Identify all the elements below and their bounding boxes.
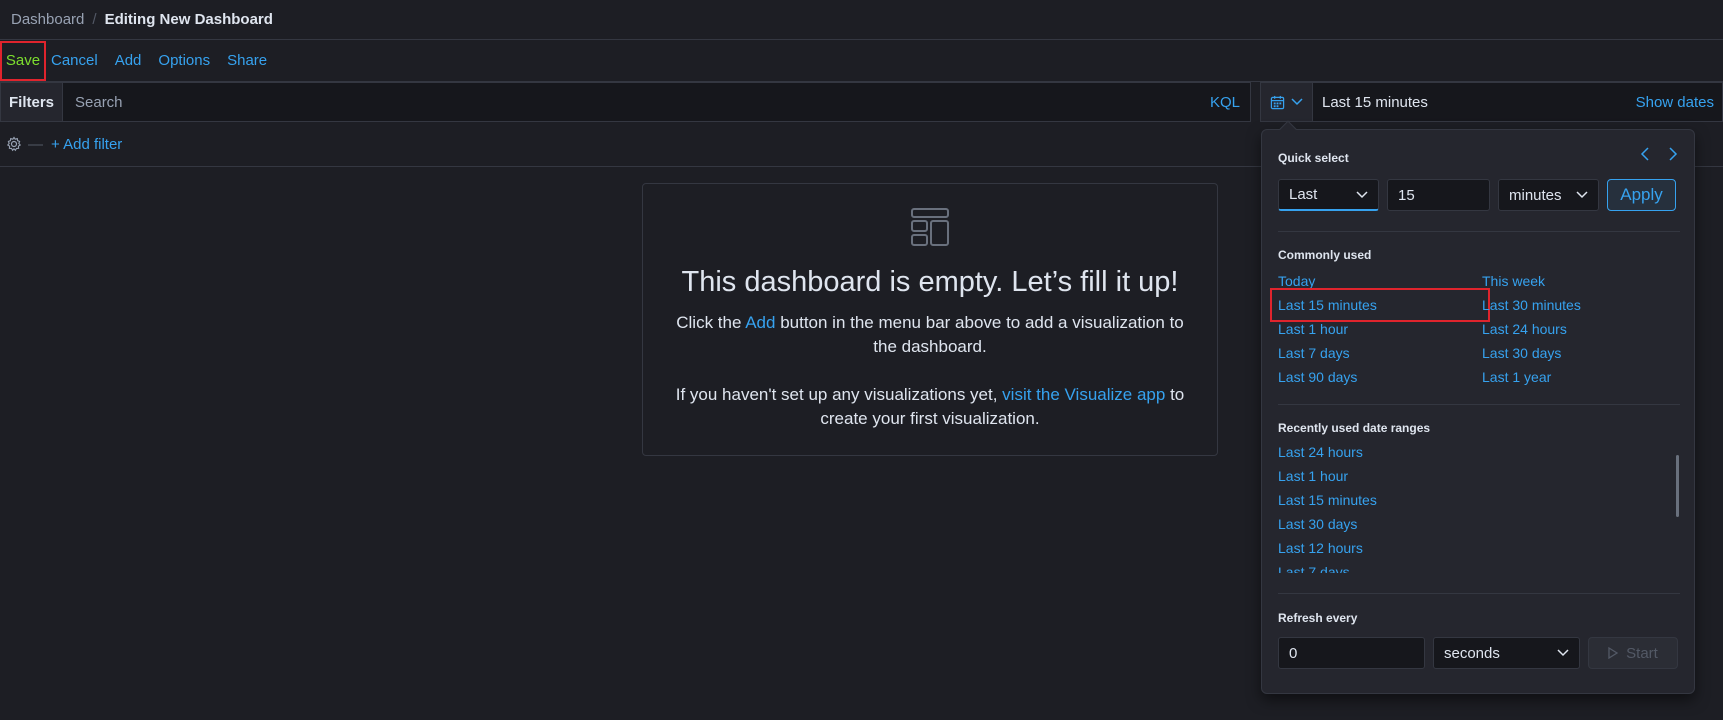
start-label: Start [1626, 644, 1658, 662]
commonly-used-item[interactable]: Last 30 days [1482, 344, 1678, 362]
chevron-down-icon [1291, 98, 1303, 106]
quick-select-controls: Last 15 minutes Apply [1278, 179, 1676, 211]
section-divider [1278, 593, 1680, 594]
commonly-used-item[interactable]: Last 30 minutes [1482, 296, 1678, 314]
recently-used-item[interactable]: Last 30 days [1278, 515, 1673, 533]
previous-time-window-icon[interactable] [1640, 147, 1650, 161]
show-dates-button[interactable]: Show dates [1636, 94, 1714, 111]
visualize-hint-start: If you haven't set up any visualizations… [675, 385, 1003, 404]
commonly-used-item[interactable]: This week [1482, 272, 1678, 290]
add-button[interactable]: Add [115, 52, 142, 69]
filter-divider: — [28, 135, 43, 153]
amount-value: 15 [1398, 186, 1415, 204]
instructions-text-end: button in the menu bar above to add a vi… [775, 313, 1184, 356]
section-divider [1278, 231, 1680, 232]
next-time-window-icon[interactable] [1668, 147, 1678, 161]
filters-label: Filters [0, 82, 63, 122]
commonly-used-list: Today This week Last 15 minutes Last 30 … [1270, 272, 1678, 386]
quick-select-direction-select[interactable]: Last [1278, 179, 1379, 211]
refresh-controls: 0 seconds Start [1278, 637, 1678, 669]
commonly-used-item[interactable]: Last 7 days [1278, 344, 1482, 362]
section-divider [1278, 404, 1680, 405]
commonly-used-item[interactable]: Last 1 hour [1278, 320, 1482, 338]
breadcrumb: Dashboard / Editing New Dashboard [0, 0, 1723, 40]
recently-used-heading: Recently used date ranges [1278, 421, 1431, 435]
time-range-value[interactable]: Last 15 minutes [1322, 94, 1428, 111]
add-link[interactable]: Add [745, 313, 775, 332]
commonly-used-item[interactable]: Last 1 year [1482, 368, 1678, 386]
recently-used-item[interactable]: Last 15 minutes [1278, 491, 1673, 509]
recently-used-item[interactable]: Last 12 hours [1278, 539, 1673, 557]
save-button[interactable]: Save [0, 40, 46, 81]
quick-select-step-controls [1640, 147, 1678, 161]
apply-button[interactable]: Apply [1607, 179, 1676, 211]
share-button[interactable]: Share [227, 52, 267, 69]
cancel-button[interactable]: Cancel [51, 52, 98, 69]
unit-value: minutes [1509, 186, 1562, 204]
query-bar: Filters KQL Last 15 minutes Show dates [0, 82, 1723, 122]
recently-used-item[interactable]: Last 24 hours [1278, 443, 1673, 461]
quick-select-heading: Quick select [1278, 151, 1349, 165]
recently-used-item[interactable]: Last 7 days [1278, 563, 1673, 573]
refresh-interval-input[interactable]: 0 [1278, 637, 1425, 669]
recently-used-item[interactable]: Last 1 hour [1278, 467, 1673, 485]
quick-select-unit-select[interactable]: minutes [1498, 179, 1599, 211]
commonly-used-heading: Commonly used [1278, 248, 1372, 262]
calendar-icon [1270, 95, 1285, 109]
time-range-display[interactable]: Last 15 minutes Show dates [1313, 82, 1723, 122]
empty-dashboard-title: This dashboard is empty. Let’s fill it u… [681, 266, 1179, 298]
search-input[interactable] [75, 93, 1155, 111]
direction-value: Last [1289, 186, 1318, 203]
add-filter-button[interactable]: + Add filter [51, 136, 122, 153]
refresh-unit-select[interactable]: seconds [1433, 637, 1580, 669]
options-button[interactable]: Options [158, 52, 210, 69]
quick-select-amount-input[interactable]: 15 [1387, 179, 1490, 211]
gear-icon[interactable] [6, 136, 22, 152]
breadcrumb-separator: / [92, 11, 97, 28]
empty-dashboard-instructions: Click the Add button in the menu bar abo… [643, 311, 1217, 359]
refresh-interval-value: 0 [1289, 644, 1298, 662]
top-nav-menu: Save Cancel Add Options Share [0, 40, 1723, 82]
chevron-down-icon [1356, 190, 1368, 198]
empty-dashboard-panel: This dashboard is empty. Let’s fill it u… [642, 183, 1218, 456]
play-icon [1608, 647, 1619, 659]
commonly-used-item[interactable]: Last 24 hours [1482, 320, 1678, 338]
commonly-used-item-last-15-minutes[interactable]: Last 15 minutes [1270, 288, 1490, 322]
search-field-wrapper: KQL [63, 82, 1251, 122]
breadcrumb-current: Editing New Dashboard [104, 11, 273, 28]
breadcrumb-dashboard-link[interactable]: Dashboard [11, 11, 84, 28]
dashboard-layout-icon [911, 208, 949, 246]
refresh-unit-value: seconds [1444, 644, 1500, 662]
time-picker-popover: Quick select Last 15 minutes Apply Commo… [1261, 120, 1695, 694]
chevron-down-icon [1557, 649, 1569, 657]
instructions-text-start: Click the [676, 313, 746, 332]
recently-used-scrollbar[interactable] [1676, 455, 1679, 517]
empty-dashboard-visualize-hint: If you haven't set up any visualizations… [643, 383, 1217, 431]
query-language-button[interactable]: KQL [1210, 94, 1240, 111]
start-refresh-button[interactable]: Start [1588, 637, 1678, 669]
recently-used-list: Last 24 hours Last 1 hour Last 15 minute… [1278, 443, 1673, 573]
quick-select-button[interactable] [1260, 82, 1313, 122]
commonly-used-item[interactable]: Today [1278, 272, 1482, 290]
chevron-down-icon [1576, 191, 1588, 199]
commonly-used-item[interactable]: Last 90 days [1278, 368, 1482, 386]
refresh-every-heading: Refresh every [1278, 611, 1358, 625]
visualize-app-link[interactable]: visit the Visualize app [1002, 385, 1165, 404]
